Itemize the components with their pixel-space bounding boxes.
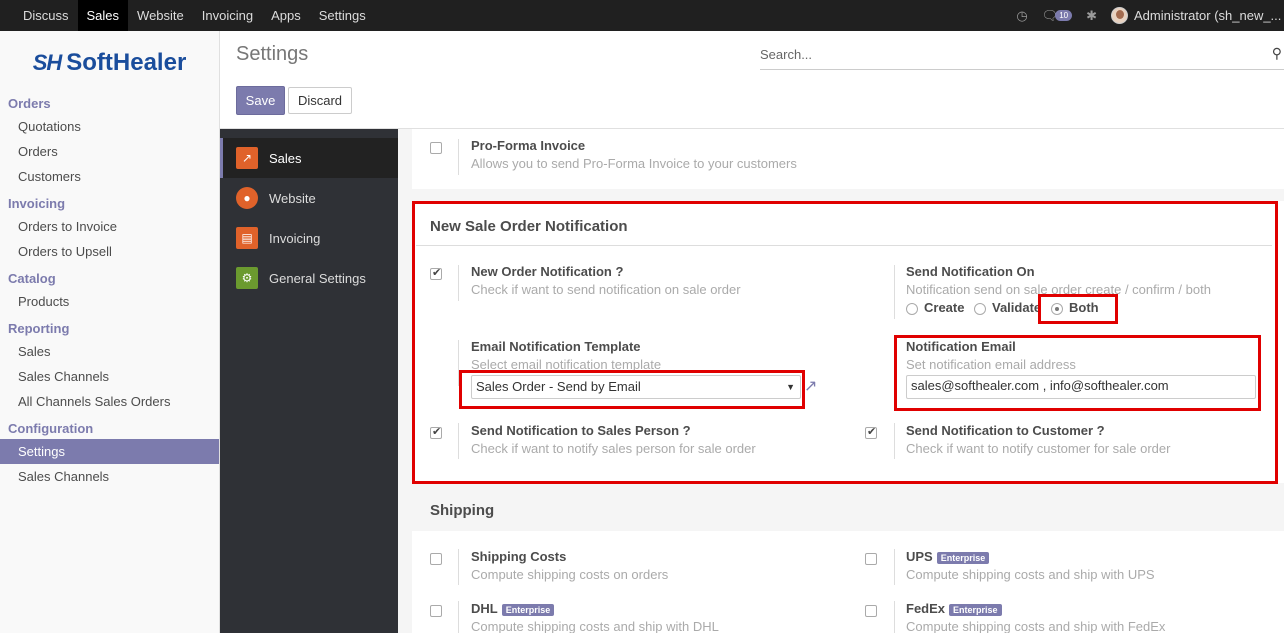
shipping-heading: Shipping <box>430 502 495 519</box>
enterprise-badge: Enterprise <box>949 603 1002 616</box>
menu-settings[interactable]: Settings <box>310 0 375 31</box>
enterprise-badge: Enterprise <box>936 551 990 564</box>
sidebar-item-quotations[interactable]: Quotations <box>0 114 219 139</box>
sidebar-section-reporting: Reporting <box>8 321 70 336</box>
divider <box>458 549 459 585</box>
shipping-costs-label: Shipping Costs <box>471 549 567 564</box>
systray: ◷ 🗨 10 ✱ Administrator (sh_new_... <box>1016 0 1284 31</box>
logo-mark: SH <box>32 50 63 75</box>
logo-text: SoftHealer <box>66 49 187 76</box>
divider <box>894 601 895 633</box>
ups-name: UPS <box>906 549 933 564</box>
save-button[interactable]: Save <box>236 86 285 115</box>
app-tab-invoicing[interactable]: ▤ Invoicing <box>220 218 398 258</box>
gear-icon: ⚙ <box>236 267 258 289</box>
app-tab-website[interactable]: ● Website <box>220 178 398 218</box>
search-input[interactable]: Search... <box>760 47 812 62</box>
fedex-label: FedEx Enterprise <box>906 601 1002 616</box>
debug-bug-icon[interactable]: ✱ <box>1086 8 1097 24</box>
avatar[interactable] <box>1111 7 1128 24</box>
highlight-template-select <box>459 370 805 409</box>
control-panel: Settings Search... ⚲ Save Discard <box>220 31 1284 129</box>
enterprise-badge: Enterprise <box>501 603 555 616</box>
sidebar-item-orders[interactable]: Orders <box>0 139 219 164</box>
proforma-checkbox[interactable] <box>430 142 442 154</box>
menu-apps[interactable]: Apps <box>262 0 310 31</box>
shipping-costs-desc: Compute shipping costs on orders <box>471 567 669 582</box>
chat-icon[interactable]: 🗨 10 <box>1042 8 1073 24</box>
highlight-notification-email <box>894 335 1261 411</box>
dhl-desc: Compute shipping costs and ship with DHL <box>471 619 719 633</box>
sidebar-item-orders-to-upsell[interactable]: Orders to Upsell <box>0 239 219 264</box>
sidebar-item-products[interactable]: Products <box>0 289 219 314</box>
search-icon[interactable]: ⚲ <box>1272 45 1282 62</box>
invoice-icon: ▤ <box>236 227 258 249</box>
app-tab-label: General Settings <box>269 270 366 286</box>
sidebar-section-orders: Orders <box>8 96 51 111</box>
sidebar-item-settings[interactable]: Settings <box>0 439 219 464</box>
fedex-name: FedEx <box>906 601 946 616</box>
settings-app-list: ↗ Sales ● Website ▤ Invoicing ⚙ General … <box>220 129 398 633</box>
fedex-checkbox[interactable] <box>865 605 877 617</box>
ups-label: UPS Enterprise <box>906 549 990 564</box>
sidebar-section-invoicing: Invoicing <box>8 196 66 211</box>
app-menu: Discuss Sales Website Invoicing Apps Set… <box>0 0 375 31</box>
dhl-name: DHL <box>471 601 498 616</box>
sidebar-section-catalog: Catalog <box>8 271 56 286</box>
dhl-checkbox[interactable] <box>430 605 442 617</box>
divider <box>458 139 459 175</box>
ups-checkbox[interactable] <box>865 553 877 565</box>
sales-sidebar: SH SoftHealer Orders Quotations Orders C… <box>0 31 220 633</box>
menu-invoicing[interactable]: Invoicing <box>193 0 262 31</box>
shipping-costs-checkbox[interactable] <box>430 553 442 565</box>
app-tab-sales[interactable]: ↗ Sales <box>220 138 398 178</box>
proforma-desc: Allows you to send Pro-Forma Invoice to … <box>471 156 797 171</box>
app-tab-label: Sales <box>269 150 302 166</box>
discard-button[interactable]: Discard <box>288 87 352 114</box>
search-bar[interactable]: Search... ⚲ <box>760 45 1284 70</box>
proforma-label: Pro-Forma Invoice <box>471 138 586 153</box>
sidebar-item-sales-channels[interactable]: Sales Channels <box>0 464 219 489</box>
highlight-both-option <box>1038 294 1118 324</box>
settings-content: Pro-Forma Invoice Allows you to send Pro… <box>398 129 1284 633</box>
page-title: Settings <box>236 43 309 65</box>
sales-chart-icon: ↗ <box>236 147 258 169</box>
activity-clock-icon[interactable]: ◷ <box>1016 8 1027 24</box>
chat-count-badge: 10 <box>1055 10 1073 21</box>
ups-desc: Compute shipping costs and ship with UPS <box>906 567 1155 582</box>
sidebar-item-sales-report[interactable]: Sales <box>0 339 219 364</box>
sidebar-item-all-channels-sales-orders[interactable]: All Channels Sales Orders <box>0 389 219 414</box>
top-navbar: Discuss Sales Website Invoicing Apps Set… <box>0 0 1284 31</box>
sidebar-item-customers[interactable]: Customers <box>0 164 219 189</box>
menu-sales[interactable]: Sales <box>77 0 129 31</box>
globe-icon: ● <box>236 187 258 209</box>
divider <box>894 549 895 585</box>
divider <box>458 601 459 633</box>
softhealer-logo: SH SoftHealer <box>0 31 219 89</box>
shipping-sheet <box>412 531 1284 633</box>
fedex-desc: Compute shipping costs and ship with Fed… <box>906 619 1166 633</box>
sidebar-item-orders-to-invoice[interactable]: Orders to Invoice <box>0 214 219 239</box>
user-menu[interactable]: Administrator (sh_new_... <box>1134 8 1284 23</box>
dhl-label: DHL Enterprise <box>471 601 555 616</box>
app-tab-label: Invoicing <box>269 230 321 246</box>
app-tab-general-settings[interactable]: ⚙ General Settings <box>220 258 398 298</box>
menu-discuss[interactable]: Discuss <box>14 0 78 31</box>
app-tab-label: Website <box>269 190 316 206</box>
sidebar-section-configuration: Configuration <box>8 421 94 436</box>
menu-website[interactable]: Website <box>128 0 193 31</box>
sidebar-item-sales-channels-report[interactable]: Sales Channels <box>0 364 219 389</box>
